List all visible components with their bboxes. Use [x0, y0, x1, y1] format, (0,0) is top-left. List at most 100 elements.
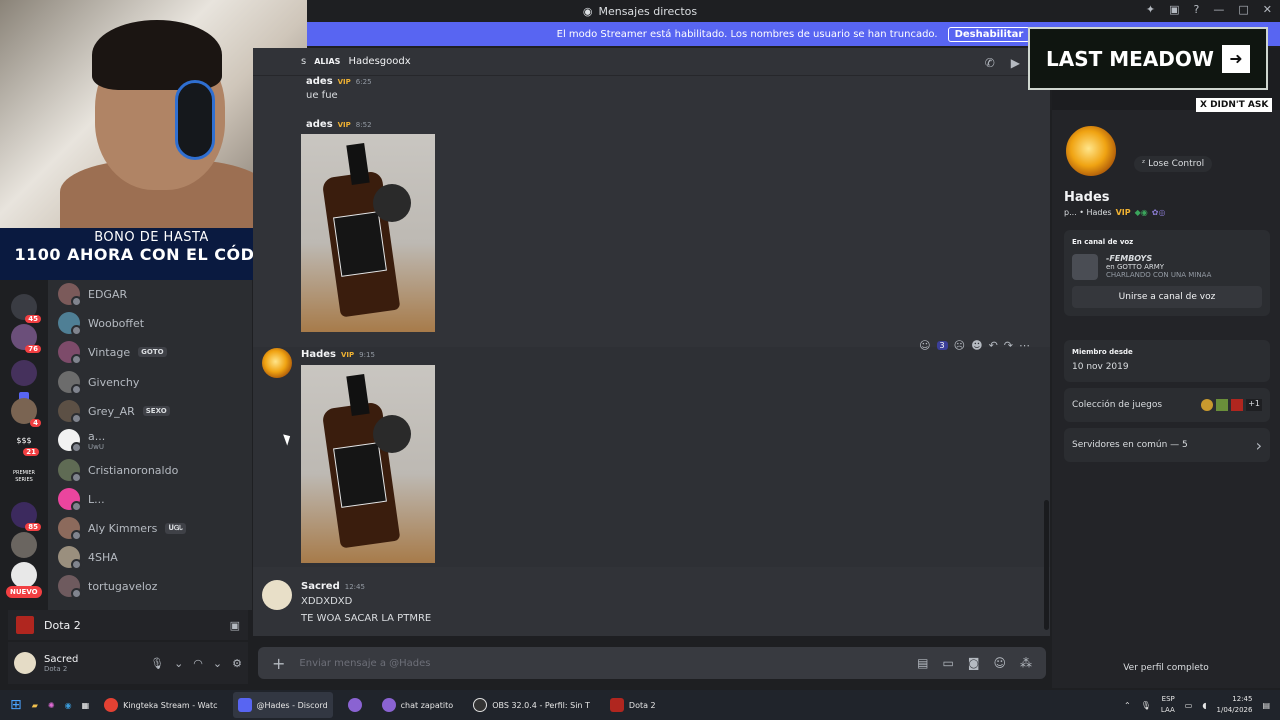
dm-item[interactable]: EDGAR: [58, 280, 248, 308]
window-title: ◉ Mensajes directos: [582, 4, 698, 18]
dm-item[interactable]: Vintage GOTO: [58, 338, 248, 366]
gear-icon[interactable]: ⚙: [232, 657, 242, 670]
close-button[interactable]: ✕: [1263, 3, 1272, 16]
network-icon[interactable]: ▭: [1185, 701, 1193, 710]
inbox-icon[interactable]: ▣: [1169, 3, 1179, 16]
server-icon[interactable]: 4: [11, 398, 41, 427]
avatar[interactable]: [262, 580, 292, 610]
edge-icon[interactable]: ◉: [65, 701, 72, 710]
chat-header: s ALIAS Hadesgoodx ✆ ▶: [253, 48, 1050, 76]
activity-panel[interactable]: Dota 2 ▣: [8, 610, 248, 640]
gift-icon[interactable]: ▤: [917, 656, 928, 670]
dm-item[interactable]: tortugaveloz: [58, 572, 248, 600]
image-attachment[interactable]: [301, 134, 435, 332]
video-icon[interactable]: ▶: [1011, 56, 1020, 70]
notification-icon[interactable]: ▤: [1262, 701, 1270, 710]
file-explorer-icon[interactable]: ▰: [32, 701, 38, 710]
taskbar-item[interactable]: @Hades - Discord: [232, 692, 333, 718]
server-icon[interactable]: 76: [11, 324, 41, 353]
maximize-button[interactable]: □: [1238, 3, 1248, 16]
server-icon[interactable]: [11, 360, 37, 386]
server-icon[interactable]: [11, 532, 37, 558]
dm-item[interactable]: a... UwU: [58, 426, 248, 454]
message-toolbar: ☺ 3 ☹ ☻ ↶ ↷ ⋯: [919, 339, 1030, 352]
emoji-icon[interactable]: ☺: [993, 656, 1006, 670]
dm-item[interactable]: Wooboffet: [58, 309, 248, 337]
overlay-tag: X DIDN'T ASK: [1196, 98, 1273, 112]
chevron-down-icon[interactable]: ⌄: [174, 657, 183, 670]
avatar[interactable]: [14, 652, 36, 674]
server-tag: SEXO: [142, 406, 170, 416]
server-icon-premier[interactable]: PREMIER SERIES: [11, 468, 37, 494]
dm-item[interactable]: Aly Kimmers ᑌᏀᏓ: [58, 514, 248, 542]
game-overlay-banner: LAST MEADOW ➜: [1028, 27, 1268, 90]
taskbar-item[interactable]: Dota 2: [605, 692, 661, 718]
voice-channel-card: En canal de voz -FEMBOYS en GOTTO ARMY C…: [1064, 230, 1270, 316]
taskbar-item[interactable]: chat zapatito: [377, 692, 459, 718]
games-card[interactable]: Colección de juegos +1: [1064, 388, 1270, 422]
microphone-icon[interactable]: 🎙: [1141, 701, 1151, 710]
headphones-icon[interactable]: ◠: [193, 657, 203, 670]
server-tag: ᑌᏀᏓ: [165, 522, 186, 534]
profile-name: Hades: [1064, 190, 1110, 205]
server-icon[interactable]: [11, 562, 37, 588]
avatar: [58, 341, 82, 365]
screen-share-icon[interactable]: ▣: [230, 619, 240, 632]
message-text: XDDXDXD: [301, 596, 353, 607]
laugh-reaction-icon[interactable]: ☺: [919, 339, 930, 352]
cry-reaction-icon[interactable]: ☹: [954, 339, 965, 352]
forward-icon[interactable]: ↷: [1004, 339, 1013, 352]
server-list: 45 76 4 $$$ 21 PREMIER SERIES 85: [0, 280, 48, 610]
reply-icon[interactable]: ↶: [989, 339, 998, 352]
view-full-profile-link[interactable]: Ver perfil completo: [1052, 663, 1280, 673]
dm-item[interactable]: Grey_AR SEXO: [58, 397, 248, 425]
taskbar-item[interactable]: [343, 692, 367, 718]
avatar: [58, 400, 82, 424]
profile-avatar[interactable]: [1062, 122, 1120, 180]
headset: [175, 80, 215, 160]
volume-icon[interactable]: ◖: [1202, 701, 1206, 710]
nitro-icon[interactable]: ✦: [1146, 3, 1155, 16]
dm-item[interactable]: 4SHA: [58, 543, 248, 571]
avatar: [58, 575, 82, 599]
chevron-down-icon[interactable]: ⌄: [213, 657, 222, 670]
avatar[interactable]: [262, 348, 292, 378]
mutual-servers-card[interactable]: Servidores en común — 5 ›: [1064, 428, 1270, 462]
chevron-up-icon[interactable]: ⌃: [1124, 701, 1131, 710]
obs-icon: [473, 698, 488, 712]
taskbar-item[interactable]: OBS 32.0.4 - Perfil: Sin T: [468, 692, 595, 718]
sleep-icon: ᶻ: [1142, 159, 1146, 169]
window-controls: ✦ ▣ ? — □ ✕: [1146, 3, 1272, 16]
message-input[interactable]: + Enviar mensaje a @Hades ▤ ▭ ◙ ☺ ⁂: [258, 647, 1046, 679]
disable-streamer-button[interactable]: Deshabilitar: [947, 26, 1031, 42]
gif-icon[interactable]: ▭: [942, 656, 953, 670]
add-reaction-icon[interactable]: ☻: [971, 339, 982, 352]
microphone-icon[interactable]: 🎙: [150, 657, 164, 670]
sticker-icon[interactable]: ◙: [968, 656, 980, 670]
windows-start-icon[interactable]: ⊞: [10, 697, 22, 713]
scrollbar[interactable]: [1044, 500, 1049, 630]
copilot-icon[interactable]: ✺: [48, 701, 55, 710]
plus-icon[interactable]: +: [272, 654, 285, 673]
image-attachment[interactable]: [301, 365, 435, 563]
server-icon[interactable]: 85: [11, 502, 41, 531]
taskbar: ⊞ ▰ ✺ ◉ ▦ Kingteka Stream - Watc @Hades …: [0, 690, 1280, 720]
message-text: ue fue: [306, 90, 338, 101]
system-tray: ⌃ 🎙 ESP LAA ▭ ◖ 12:45 1/04/2026 ▤: [1124, 694, 1270, 716]
avatar: [58, 459, 82, 483]
server-icon[interactable]: 45: [11, 294, 41, 323]
help-icon[interactable]: ?: [1194, 3, 1200, 16]
dm-item[interactable]: Cristianoronaldo: [58, 456, 248, 484]
dm-item[interactable]: Givenchy: [58, 368, 248, 396]
clock[interactable]: 12:45 1/04/2026: [1217, 694, 1253, 716]
store-icon[interactable]: ▦: [82, 701, 90, 710]
taskbar-item[interactable]: Kingteka Stream - Watc: [99, 692, 222, 718]
avatar: [58, 312, 82, 336]
apps-icon[interactable]: ⁂: [1020, 656, 1032, 670]
phone-icon[interactable]: ✆: [985, 56, 995, 70]
join-voice-button[interactable]: Unirse a canal de voz: [1072, 286, 1262, 308]
minimize-button[interactable]: —: [1213, 3, 1224, 16]
dota-icon: [1231, 399, 1244, 411]
dm-item[interactable]: L...: [58, 485, 248, 513]
more-icon[interactable]: ⋯: [1019, 339, 1030, 352]
